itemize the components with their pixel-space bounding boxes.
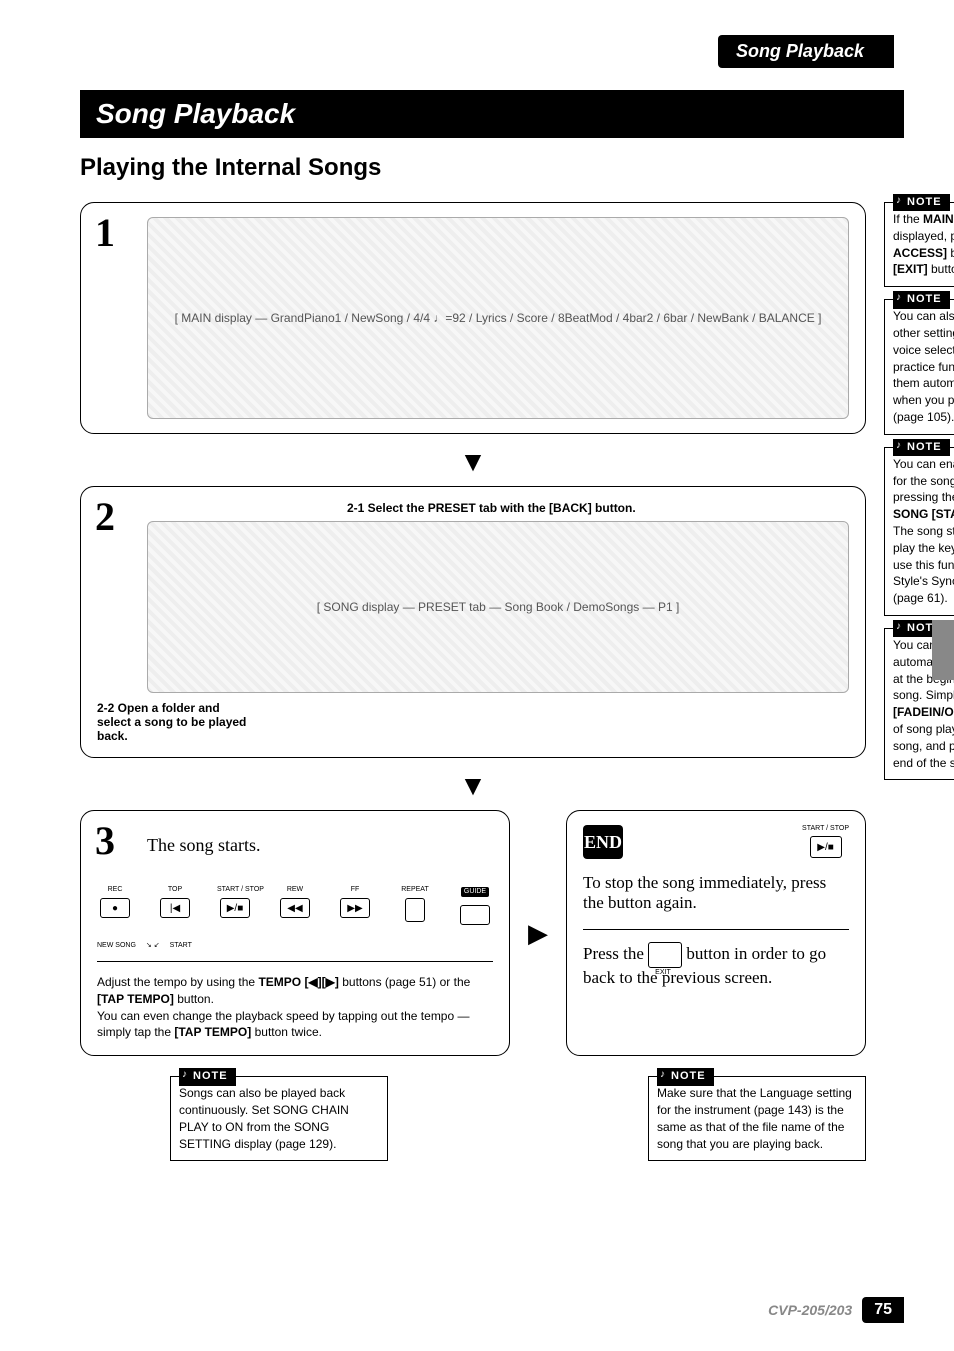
- page-edge-tab: [932, 620, 954, 680]
- content-row: 1 [ MAIN display — GrandPiano1 / NewSong…: [80, 202, 904, 1173]
- repeat-button-illustration: REPEAT: [397, 886, 433, 922]
- transport-buttons-illustration: REC● TOP|◀ START / STOP▶/■ REW◀◀ FF▶▶: [97, 886, 493, 925]
- note-other-settings: NOTE You can also make a variety of othe…: [884, 299, 954, 435]
- end-box: END START / STOP ▶/■ To stop the song im…: [566, 810, 866, 1056]
- main-display-illustration: [ MAIN display — GrandPiano1 / NewSong /…: [147, 217, 849, 419]
- step-2-number: 2: [95, 493, 115, 540]
- page-title: Song Playback: [80, 90, 904, 138]
- step-3-number: 3: [95, 817, 115, 864]
- arrow-down-icon: ▼: [80, 446, 866, 478]
- page-subtitle: Playing the Internal Songs: [80, 154, 904, 182]
- page-footer: CVP-205/203 75: [768, 1297, 904, 1323]
- page: Song Playback Song Playback Playing the …: [0, 0, 954, 1351]
- model-name: CVP-205/203: [768, 1302, 852, 1318]
- note-label: NOTE: [179, 1068, 236, 1085]
- step-3-starts-text: The song starts.: [147, 835, 493, 856]
- note-main-screen: NOTE If the MAIN screen (at left) is not…: [884, 202, 954, 287]
- note-label: NOTE: [657, 1068, 714, 1085]
- note-language: NOTE Make sure that the Language setting…: [648, 1076, 866, 1161]
- steps-column: 1 [ MAIN display — GrandPiano1 / NewSong…: [80, 202, 866, 1173]
- exit-button-icon: [648, 942, 682, 968]
- step-1-box: 1 [ MAIN display — GrandPiano1 / NewSong…: [80, 202, 866, 434]
- note-song-chain: NOTE Songs can also be played back conti…: [170, 1076, 388, 1161]
- ff-button-illustration: FF▶▶: [337, 886, 373, 918]
- song-display-illustration: [ SONG display — PRESET tab — Song Book …: [147, 521, 849, 693]
- note-label: NOTE: [893, 194, 950, 211]
- header-breadcrumb: Song Playback: [718, 35, 894, 68]
- step-3-row: 3 The song starts. REC● TOP|◀ START / ST…: [80, 810, 866, 1056]
- note-label: NOTE: [893, 291, 950, 308]
- back-instruction-text: Press the button in order to go back to …: [583, 942, 849, 988]
- step-2-instruction-1: 2-1 Select the PRESET tab with the [BACK…: [347, 501, 849, 515]
- startstop-button-illustration: START / STOP▶/■: [217, 886, 253, 918]
- rec-button-illustration: REC●: [97, 886, 133, 918]
- bottom-notes-row: NOTE Songs can also be played back conti…: [80, 1076, 866, 1173]
- arrow-down-icon: ▼: [80, 770, 866, 802]
- page-number: 75: [862, 1297, 904, 1323]
- tempo-note-text: Adjust the tempo by using the TEMPO [◀][…: [97, 974, 493, 1041]
- step-2-instruction-2: 2-2 Open a folder and select a song to b…: [97, 701, 257, 743]
- guide-button-illustration: GUIDE: [457, 886, 493, 925]
- step-1-number: 1: [95, 209, 115, 256]
- side-notes-column: NOTE If the MAIN screen (at left) is not…: [884, 202, 954, 792]
- note-label: NOTE: [893, 439, 950, 456]
- newsong-start-labels: NEW SONG ↘︎ ↙︎ START: [97, 941, 493, 949]
- note-synchro-start: NOTE You can enable the Synchro Start fo…: [884, 447, 954, 616]
- stop-instruction-text: To stop the song immediately, press the …: [583, 873, 849, 913]
- top-button-illustration: TOP|◀: [157, 886, 193, 918]
- step-3-box: 3 The song starts. REC● TOP|◀ START / ST…: [80, 810, 510, 1056]
- end-badge: END: [583, 825, 623, 859]
- arrow-right-icon: ▶: [528, 918, 548, 949]
- rew-button-illustration: REW◀◀: [277, 886, 313, 918]
- step-2-box: 2 2-1 Select the PRESET tab with the [BA…: [80, 486, 866, 758]
- startstop-button-illustration: START / STOP ▶/■: [802, 825, 849, 858]
